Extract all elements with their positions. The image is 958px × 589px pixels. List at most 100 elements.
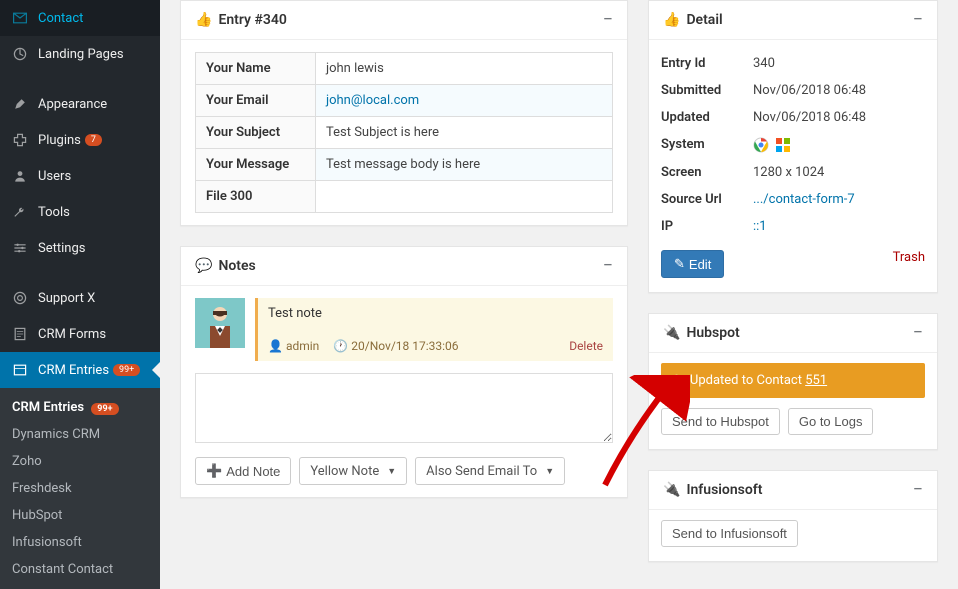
submenu-dynamics-crm[interactable]: Dynamics CRM xyxy=(0,421,160,448)
field-label: Your Subject xyxy=(196,117,316,149)
users-icon xyxy=(10,166,30,186)
note-item: Test note 👤 admin 🕐 20/Nov/18 17:33:06 D… xyxy=(195,298,613,361)
sidebar-item-support-x[interactable]: Support X xyxy=(0,280,160,316)
notes-title: Notes xyxy=(218,258,255,274)
field-value: Test message body is here xyxy=(316,149,613,181)
detail-value: 340 xyxy=(753,56,925,71)
field-label: File 300 xyxy=(196,181,316,213)
send-to-hubspot-button[interactable]: Send to Hubspot xyxy=(661,408,780,435)
plus-icon: ➕ xyxy=(206,463,222,479)
note-textarea[interactable] xyxy=(195,373,613,443)
submenu-infusionsoft[interactable]: Infusionsoft xyxy=(0,529,160,556)
note-email-select[interactable]: Also Send Email To▼ xyxy=(415,457,565,485)
submenu-zoho[interactable]: Zoho xyxy=(0,448,160,475)
sidebar-item-label: Users xyxy=(38,169,71,184)
collapse-toggle[interactable]: − xyxy=(603,11,613,29)
sidebar-item-label: Landing Pages xyxy=(38,47,124,62)
brush-icon xyxy=(10,94,30,114)
sidebar-item-label: Appearance xyxy=(38,97,107,112)
detail-value: Nov/06/2018 06:48 xyxy=(753,83,925,98)
windows-icon xyxy=(775,137,791,153)
crm-entries-submenu: CRM Entries 99+ Dynamics CRM Zoho Freshd… xyxy=(0,388,160,589)
submenu-hubspot[interactable]: HubSpot xyxy=(0,502,160,529)
wrench-icon xyxy=(10,202,30,222)
submenu-badge: 99+ xyxy=(91,403,118,415)
sidebar-item-plugins[interactable]: Plugins 7 xyxy=(0,122,160,158)
plugins-badge: 7 xyxy=(85,134,102,146)
detail-value: Nov/06/2018 06:48 xyxy=(753,110,925,125)
email-icon xyxy=(10,8,30,28)
infusionsoft-title: Infusionsoft xyxy=(686,482,762,498)
add-note-button[interactable]: ➕Add Note xyxy=(195,457,291,485)
sidebar-item-tools[interactable]: Tools xyxy=(0,194,160,230)
collapse-toggle[interactable]: − xyxy=(603,257,613,275)
field-value: Test Subject is here xyxy=(316,117,613,149)
comment-icon: 💬 xyxy=(195,258,212,274)
detail-label: Screen xyxy=(661,165,753,180)
edit-button[interactable]: ✎Edit xyxy=(661,250,724,278)
detail-value: 1280 x 1024 xyxy=(753,165,925,180)
note-color-select[interactable]: Yellow Note▼ xyxy=(299,457,407,485)
sidebar-item-users[interactable]: Users xyxy=(0,158,160,194)
support-icon xyxy=(10,288,30,308)
sidebar-item-contact[interactable]: Contact xyxy=(0,0,160,36)
admin-sidebar: Contact Landing Pages Appearance Plugins… xyxy=(0,0,160,573)
note-text: Test note xyxy=(268,306,603,321)
plug-icon: 🔌 xyxy=(663,325,680,341)
email-link[interactable]: john@local.com xyxy=(326,93,419,108)
trash-link[interactable]: Trash xyxy=(893,250,925,265)
entries-badge: 99+ xyxy=(113,364,140,376)
detail-label: Updated xyxy=(661,110,753,125)
sidebar-item-label: CRM Entries xyxy=(38,363,109,378)
sliders-icon xyxy=(10,238,30,258)
detail-label: Source Url xyxy=(661,192,753,207)
entry-panel: 👍 Entry #340 − Your Namejohn lewis Your E… xyxy=(180,0,628,226)
sidebar-item-label: Settings xyxy=(38,241,85,256)
avatar xyxy=(195,298,245,348)
sidebar-item-appearance[interactable]: Appearance xyxy=(0,86,160,122)
pencil-icon: ✎ xyxy=(674,256,685,272)
field-label: Your Name xyxy=(196,53,316,85)
sidebar-item-crm-forms[interactable]: CRM Forms xyxy=(0,316,160,352)
form-icon xyxy=(10,324,30,344)
submenu-item-label: CRM Entries xyxy=(12,400,84,415)
caret-down-icon: ▼ xyxy=(545,466,554,477)
collapse-toggle[interactable]: − xyxy=(913,324,923,342)
detail-title: Detail xyxy=(686,12,722,28)
sidebar-item-landing-pages[interactable]: Landing Pages xyxy=(0,36,160,72)
sidebar-item-label: CRM Forms xyxy=(38,327,106,342)
collapse-toggle[interactable]: − xyxy=(913,11,923,29)
entries-icon xyxy=(10,360,30,380)
clock-icon: 🕐 xyxy=(333,339,348,353)
sidebar-item-label: Contact xyxy=(38,11,83,26)
collapse-toggle[interactable]: − xyxy=(913,481,923,499)
entry-title: Entry #340 xyxy=(218,12,286,28)
go-to-logs-button[interactable]: Go to Logs xyxy=(788,408,874,435)
submenu-constant-contact[interactable]: Constant Contact xyxy=(0,556,160,583)
sidebar-item-label: Plugins xyxy=(38,133,81,148)
thumbs-up-icon: 👍 xyxy=(195,12,212,28)
source-url-link[interactable]: .../contact-form-7 xyxy=(753,192,855,207)
send-to-infusionsoft-button[interactable]: Send to Infusionsoft xyxy=(661,520,798,547)
note-delete-link[interactable]: Delete xyxy=(569,339,603,353)
field-label: Your Email xyxy=(196,85,316,117)
submenu-crm-entries[interactable]: CRM Entries 99+ xyxy=(0,394,160,421)
plugin-icon xyxy=(10,130,30,150)
sidebar-item-settings[interactable]: Settings xyxy=(0,230,160,266)
plug-icon: 🔌 xyxy=(663,482,680,498)
entry-fields-table: Your Namejohn lewis Your Email john@local… xyxy=(195,52,613,213)
ip-link[interactable]: ::1 xyxy=(753,219,767,234)
sidebar-item-label: Tools xyxy=(38,205,70,220)
user-icon: 👤 xyxy=(268,339,283,353)
hubspot-status-alert: ✎ Updated to Contact 551 xyxy=(661,363,925,398)
sidebar-item-crm-entries[interactable]: CRM Entries 99+ xyxy=(0,352,160,388)
sidebar-item-label: Support X xyxy=(38,291,95,306)
notes-panel: 💬 Notes − Test note 👤 admin 🕐 20/Nov/18 1… xyxy=(180,246,628,498)
submenu-freshdesk[interactable]: Freshdesk xyxy=(0,475,160,502)
chrome-icon xyxy=(753,137,769,153)
contact-id-link[interactable]: 551 xyxy=(805,373,827,388)
detail-label: IP xyxy=(661,219,753,234)
field-value: john lewis xyxy=(316,53,613,85)
field-label: Your Message xyxy=(196,149,316,181)
detail-label: System xyxy=(661,137,753,153)
